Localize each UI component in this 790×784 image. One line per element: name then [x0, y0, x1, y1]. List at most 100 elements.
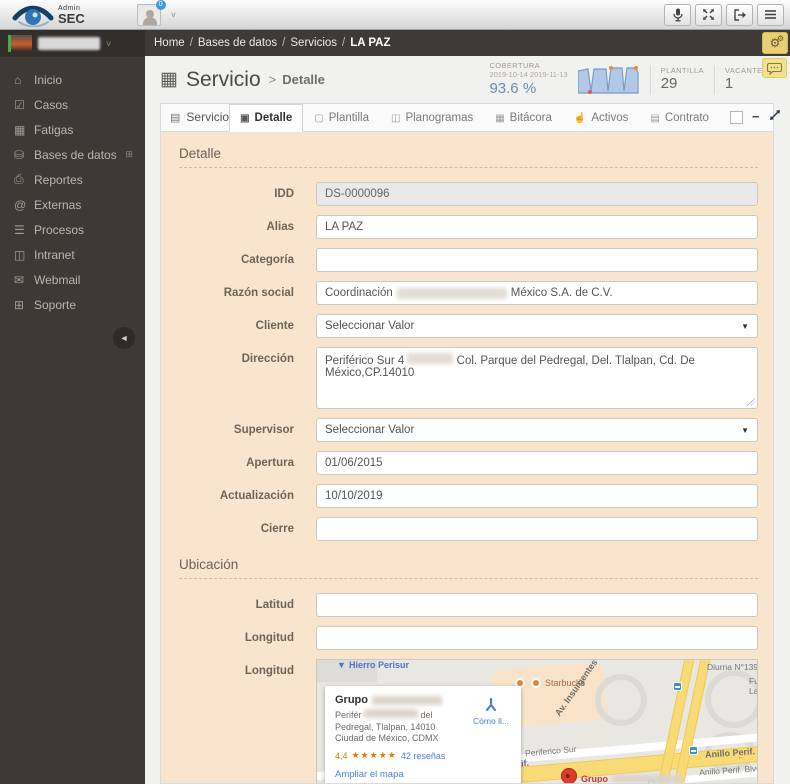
- sidebar-collapse-button[interactable]: ◄: [113, 327, 135, 349]
- directions-button[interactable]: Cómo ll...: [471, 698, 511, 726]
- grupo-text: Grupo: [581, 774, 608, 783]
- tab-contrato[interactable]: ▤ Contrato: [639, 105, 720, 131]
- sidebar-item-soporte[interactable]: ⊞ Soporte: [0, 292, 145, 317]
- avatar-torso: [142, 16, 157, 25]
- section-detalle: Detalle: [179, 146, 758, 168]
- detalle-tab-icon: ▣: [240, 112, 250, 124]
- table-icon: ▦: [14, 122, 26, 137]
- sidebar-item-inicio[interactable]: ⌂ Inicio: [0, 67, 145, 92]
- categoria-label: Categoría: [240, 254, 294, 266]
- main: Home / Bases de datos / Servicios / LA P…: [145, 30, 790, 784]
- speech-bubble-icon: [767, 62, 782, 75]
- panel-checkbox[interactable]: [729, 110, 743, 124]
- razon-social-field[interactable]: Coordinación México S.A. de C.V.: [316, 281, 758, 305]
- rating-stars-icon: ★★★★★: [351, 750, 397, 761]
- form-row-latitud: Latitud: [179, 593, 758, 617]
- map-card-address: Perifér del Pedregal, Tlalpan, 14010 Ciu…: [335, 709, 455, 745]
- tabbar: ▤ Servicio ▣ Detalle ▢ Plantilla ◫ Plano…: [161, 104, 780, 132]
- apertura-field[interactable]: [316, 451, 758, 475]
- tab-detalle[interactable]: ▣ Detalle: [229, 104, 304, 132]
- latitud-field[interactable]: [316, 593, 758, 617]
- microphone-button[interactable]: [664, 3, 691, 26]
- settings-button[interactable]: ⚙ ⚙: [762, 32, 788, 54]
- idd-field[interactable]: [316, 182, 758, 206]
- google-map[interactable]: ← ← ← Hierro Perisur ▼ Starbucks Di: [316, 659, 758, 783]
- expand-submenu-icon[interactable]: ⊞: [125, 149, 133, 160]
- fullscreen-button[interactable]: [695, 3, 722, 26]
- columns-icon: ◫: [14, 247, 26, 262]
- sidebar-item-reportes[interactable]: ⎙ Reportes: [0, 167, 145, 192]
- form-row-longitud: Longitud: [179, 626, 758, 650]
- sidebar-item-fatigas[interactable]: ▦ Fatigas: [0, 117, 145, 142]
- alias-field[interactable]: [316, 215, 758, 239]
- panel-window-controls: −: [729, 103, 785, 131]
- avatar[interactable]: 0: [136, 0, 166, 26]
- longitud-field[interactable]: [316, 626, 758, 650]
- menu-button[interactable]: [757, 3, 784, 26]
- breadcrumb-separator: /: [282, 37, 286, 49]
- supervisor-label: Supervisor: [233, 424, 294, 436]
- user-menu-caret-icon[interactable]: ˅: [171, 10, 176, 20]
- sidebar-item-label: Soporte: [34, 297, 77, 312]
- panel-minimize-button[interactable]: −: [752, 110, 760, 123]
- sidebar-item-label: Reportes: [34, 172, 83, 187]
- sidebar-item-casos[interactable]: ☑ Casos: [0, 92, 145, 117]
- contrato-tab-icon: ▤: [650, 112, 660, 124]
- supervisor-select[interactable]: Seleccionar Valor ▼: [316, 418, 758, 442]
- sidebar-item-webmail[interactable]: ✉ Webmail: [0, 267, 145, 292]
- page-header: ▦ Servicio > Detalle COBERTURA 2019-10-1…: [145, 56, 790, 103]
- sidebar-item-label: Procesos: [34, 222, 85, 237]
- enlarge-map-link[interactable]: Ampliar el mapa: [335, 769, 511, 780]
- supervisor-selected-value: Seleccionar Valor: [325, 424, 415, 436]
- tab-activos[interactable]: ☝ Activos: [563, 105, 640, 131]
- direccion-textarea[interactable]: Periférico Sur 4 Col. Parque del Pedrega…: [316, 347, 758, 409]
- caret-down-icon: ▼: [741, 425, 749, 435]
- rating-score: 4,4: [335, 750, 348, 761]
- breadcrumb-servicios[interactable]: Servicios: [290, 37, 337, 49]
- sidebar: ˅ ⌂ Inicio ☑ Casos ▦ Fatigas ⛁ Bases de …: [0, 30, 145, 784]
- page-subtitle: Detalle: [282, 72, 325, 87]
- comments-button[interactable]: [762, 58, 787, 78]
- redacted-text: [407, 353, 454, 364]
- logo-line2: SEC: [58, 10, 85, 26]
- divider: [649, 64, 651, 95]
- logout-button[interactable]: [726, 3, 753, 26]
- sidebar-item-intranet[interactable]: ◫ Intranet: [0, 242, 145, 267]
- transit-icon: [689, 746, 698, 755]
- reviews-link[interactable]: 42 reseñas: [401, 751, 446, 761]
- sidebar-item-externas[interactable]: @ Externas: [0, 192, 145, 217]
- form-row-razon-social: Razón social Coordinación México S.A. de…: [179, 281, 758, 305]
- cliente-select[interactable]: Seleccionar Valor ▼: [316, 314, 758, 338]
- medical-case-icon: ⊞: [14, 297, 25, 312]
- plantilla-value: 29: [660, 75, 678, 93]
- map-label-fundacion-1: Funda: [749, 676, 758, 686]
- sidebar-user[interactable]: ˅: [0, 30, 145, 57]
- cierre-field[interactable]: [316, 517, 758, 541]
- map-pin-icon: ▼: [337, 660, 346, 670]
- breadcrumb-home[interactable]: Home: [154, 37, 185, 49]
- app-logo[interactable]: Admin SEC: [12, 3, 85, 27]
- cobertura-value: 93.6 %: [489, 79, 537, 97]
- starbucks-poi-icon: [531, 678, 541, 688]
- panel-expand-button[interactable]: [769, 108, 781, 126]
- redacted-text: [396, 287, 507, 299]
- vacantes-value: 1: [724, 75, 734, 93]
- database-icon: ⛁: [14, 147, 25, 162]
- sidebar-user-caret-icon: ˅: [106, 38, 112, 49]
- tab-bitacora[interactable]: ▦ Bitácora: [484, 105, 563, 131]
- form-row-cliente: Cliente Seleccionar Valor ▼: [179, 314, 758, 338]
- sidebar-item-procesos[interactable]: ☰ Procesos: [0, 217, 145, 242]
- resize-grip[interactable]: [747, 398, 755, 406]
- categoria-field[interactable]: [316, 248, 758, 272]
- actualizacion-field[interactable]: [316, 484, 758, 508]
- breadcrumb-bases-de-datos[interactable]: Bases de datos: [198, 37, 277, 49]
- sidebar-item-bases-de-datos[interactable]: ⛁ Bases de datos ⊞: [0, 142, 145, 167]
- tab-planogramas[interactable]: ◫ Planogramas: [380, 105, 484, 131]
- topbar: Admin SEC 0 ˅: [0, 0, 790, 30]
- breadcrumb-separator: /: [342, 37, 346, 49]
- tab-plantilla[interactable]: ▢ Plantilla: [303, 105, 380, 131]
- body: ˅ ⌂ Inicio ☑ Casos ▦ Fatigas ⛁ Bases de …: [0, 30, 790, 784]
- logo-text: Admin SEC: [58, 5, 85, 25]
- sidebar-nav: ⌂ Inicio ☑ Casos ▦ Fatigas ⛁ Bases de da…: [0, 57, 145, 317]
- envelope-icon: ✉: [14, 272, 25, 287]
